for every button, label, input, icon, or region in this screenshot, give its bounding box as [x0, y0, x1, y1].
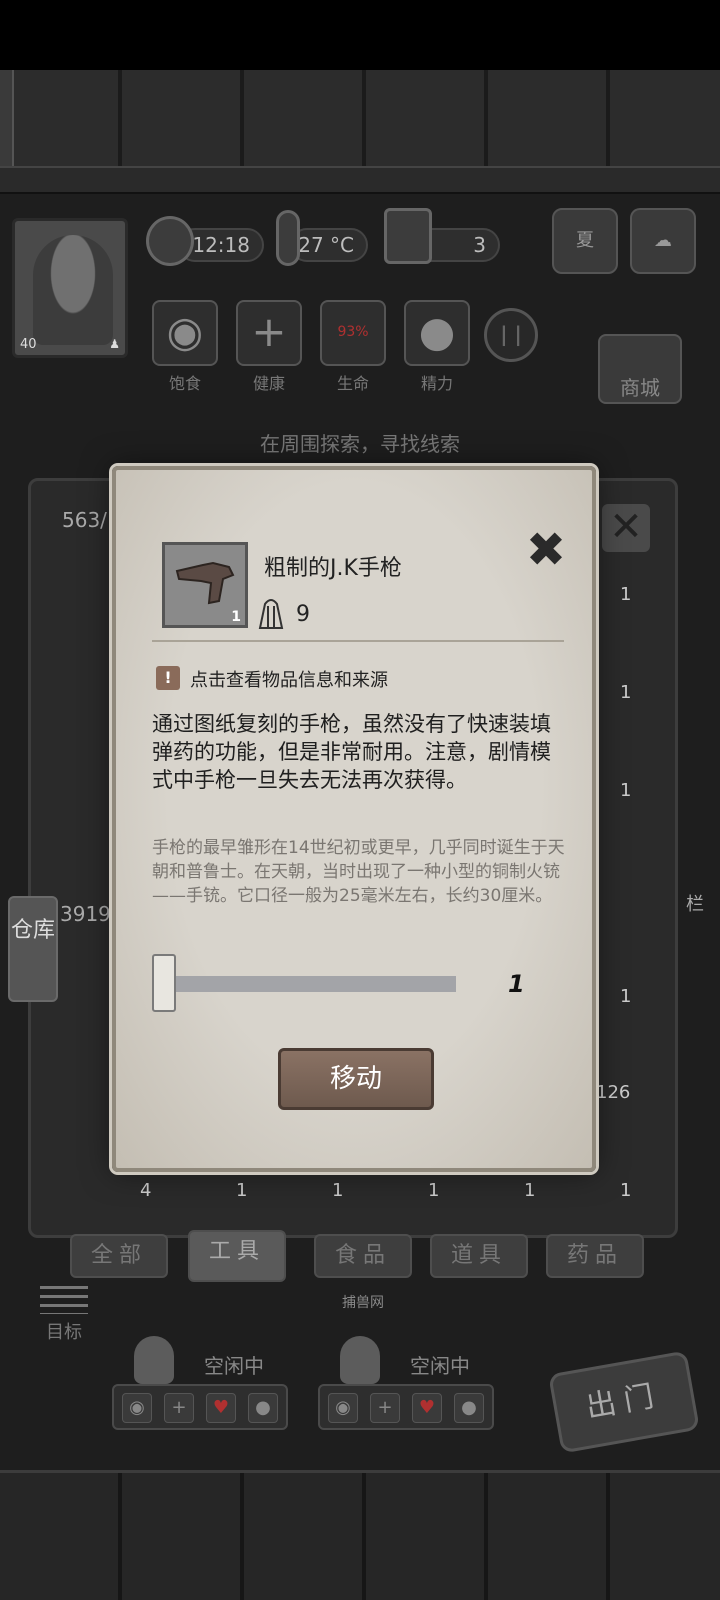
- item-detail-dialog: 1 粗制的J.K手枪 9 ✖ ! 点击查看物品信息和来源 通过图纸复刻的手枪，虽…: [112, 466, 596, 1172]
- heart-icon: ♥: [206, 1393, 236, 1423]
- storage-tab[interactable]: 仓库: [8, 896, 58, 1002]
- character-portrait[interactable]: 40 ♟: [12, 218, 128, 358]
- alert-icon[interactable]: !: [156, 666, 180, 690]
- cell-count: 1: [236, 1180, 248, 1201]
- cell-count: 1: [620, 584, 632, 605]
- list-icon: [40, 1286, 88, 1314]
- survivor-slot-2[interactable]: 空闲中 ◉ + ♥ ●: [318, 1324, 498, 1440]
- inventory-bottom-count: 3919: [60, 902, 111, 926]
- exploration-hint: 在周围探索，寻找线索: [260, 432, 460, 456]
- survivor-stats-bar: ◉ + ♥ ●: [318, 1384, 494, 1430]
- amount-value: 1: [508, 970, 525, 998]
- character-level: 40: [20, 337, 37, 352]
- item-lore: 手枪的最早雏形在14世纪初或更早，几乎同时诞生于天朝和普鲁士。在天朝，当时出现了…: [152, 838, 565, 906]
- tab-food[interactable]: 食品: [314, 1234, 412, 1278]
- person-icon: ●: [248, 1393, 278, 1423]
- calendar-icon: [384, 208, 432, 264]
- cell-count: 1: [620, 780, 632, 801]
- bottom-wood-panel: [0, 1470, 720, 1600]
- day-value: 3: [473, 233, 486, 257]
- cell-count: 1: [332, 1180, 344, 1201]
- trap-net-label: 捕兽网: [342, 1295, 384, 1311]
- energy-person-icon[interactable]: ●: [404, 300, 470, 366]
- cell-count: 1: [428, 1180, 440, 1201]
- tab-medicine[interactable]: 药品: [546, 1234, 644, 1278]
- shop-label: 商城: [620, 376, 660, 400]
- inventory-close-icon[interactable]: ✕: [602, 504, 650, 552]
- top-wood-panel: [0, 70, 720, 166]
- thermometer-icon: [276, 210, 300, 266]
- survivor-avatar: [134, 1336, 174, 1384]
- temperature-value: 27 °C: [298, 233, 354, 257]
- cell-count: 1: [620, 1180, 632, 1201]
- survivor-slot-1[interactable]: 空闲中 ◉ + ♥ ●: [112, 1324, 292, 1440]
- target-label: 目标: [46, 1322, 82, 1343]
- clock-icon: [146, 216, 194, 266]
- item-quantity: 1: [231, 609, 241, 625]
- survivor-stats-bar: ◉ + ♥ ●: [112, 1384, 288, 1430]
- item-name: 粗制的J.K手枪: [264, 556, 402, 581]
- pause-button[interactable]: | |: [484, 308, 538, 362]
- pistol-icon: [175, 561, 235, 605]
- survivor-avatar: [340, 1336, 380, 1384]
- vital-label-hunger: 饱食: [168, 374, 201, 393]
- category-tabs: 全部 工具 食品 道具 药品: [70, 1230, 650, 1286]
- hunger-icon: ◉: [122, 1393, 152, 1423]
- target-button[interactable]: 目标: [36, 1286, 92, 1344]
- cell-count: 126: [596, 1082, 631, 1103]
- season-button[interactable]: 夏: [552, 208, 618, 274]
- dialog-divider: [152, 640, 564, 642]
- cell-count: 4: [140, 1180, 152, 1201]
- tab-tools[interactable]: 工具: [188, 1230, 286, 1282]
- cell-count: 1: [524, 1180, 536, 1201]
- life-percent: 93%: [337, 324, 369, 340]
- hunger-icon[interactable]: ◉: [152, 300, 218, 366]
- person-icon: ●: [454, 1393, 484, 1423]
- character-face: [33, 235, 113, 345]
- temperature-display: 27 °C: [290, 228, 368, 262]
- life-heart-icon[interactable]: 93%: [320, 300, 386, 366]
- vital-label-energy: 精力: [420, 374, 453, 393]
- close-icon[interactable]: ✖: [524, 526, 568, 574]
- go-out-button[interactable]: 出门: [548, 1350, 700, 1454]
- right-edge-label: 栏: [686, 894, 704, 915]
- top-beam: [0, 166, 720, 194]
- health-cross-icon: +: [370, 1393, 400, 1423]
- hunger-icon: ◉: [328, 1393, 358, 1423]
- survivor-status: 空闲中: [410, 1354, 470, 1378]
- status-bar: [0, 0, 720, 70]
- item-info-link[interactable]: 点击查看物品信息和来源: [190, 666, 388, 692]
- item-description: 通过图纸复刻的手枪，虽然没有了快速装填弹药的功能，但是非常耐用。注意，剧情模式中…: [152, 712, 551, 792]
- shop-button[interactable]: 商城: [598, 334, 682, 404]
- inventory-top-count: 563/: [62, 508, 107, 532]
- item-weight: 9: [296, 602, 310, 627]
- survivor-status: 空闲中: [204, 1354, 264, 1378]
- tab-items[interactable]: 道具: [430, 1234, 528, 1278]
- health-cross-icon: +: [164, 1393, 194, 1423]
- cell-count: 1: [620, 682, 632, 703]
- vital-label-life: 生命: [336, 374, 369, 393]
- cell-count: 1: [620, 986, 632, 1007]
- item-thumbnail[interactable]: 1: [162, 542, 248, 628]
- season-label: 夏: [576, 230, 594, 251]
- weather-cloud-icon[interactable]: ☁: [630, 208, 696, 274]
- amount-slider-track[interactable]: [160, 976, 456, 992]
- health-cross-icon[interactable]: +: [236, 300, 302, 366]
- move-button[interactable]: 移动: [278, 1048, 434, 1110]
- heart-icon: ♥: [412, 1393, 442, 1423]
- amount-slider-handle[interactable]: [152, 954, 176, 1012]
- group-icon: ♟: [109, 337, 120, 351]
- time-value: 12:18: [192, 233, 250, 257]
- vital-label-health: 健康: [252, 374, 285, 393]
- tab-all[interactable]: 全部: [70, 1234, 168, 1278]
- weight-bag-icon: [258, 599, 284, 629]
